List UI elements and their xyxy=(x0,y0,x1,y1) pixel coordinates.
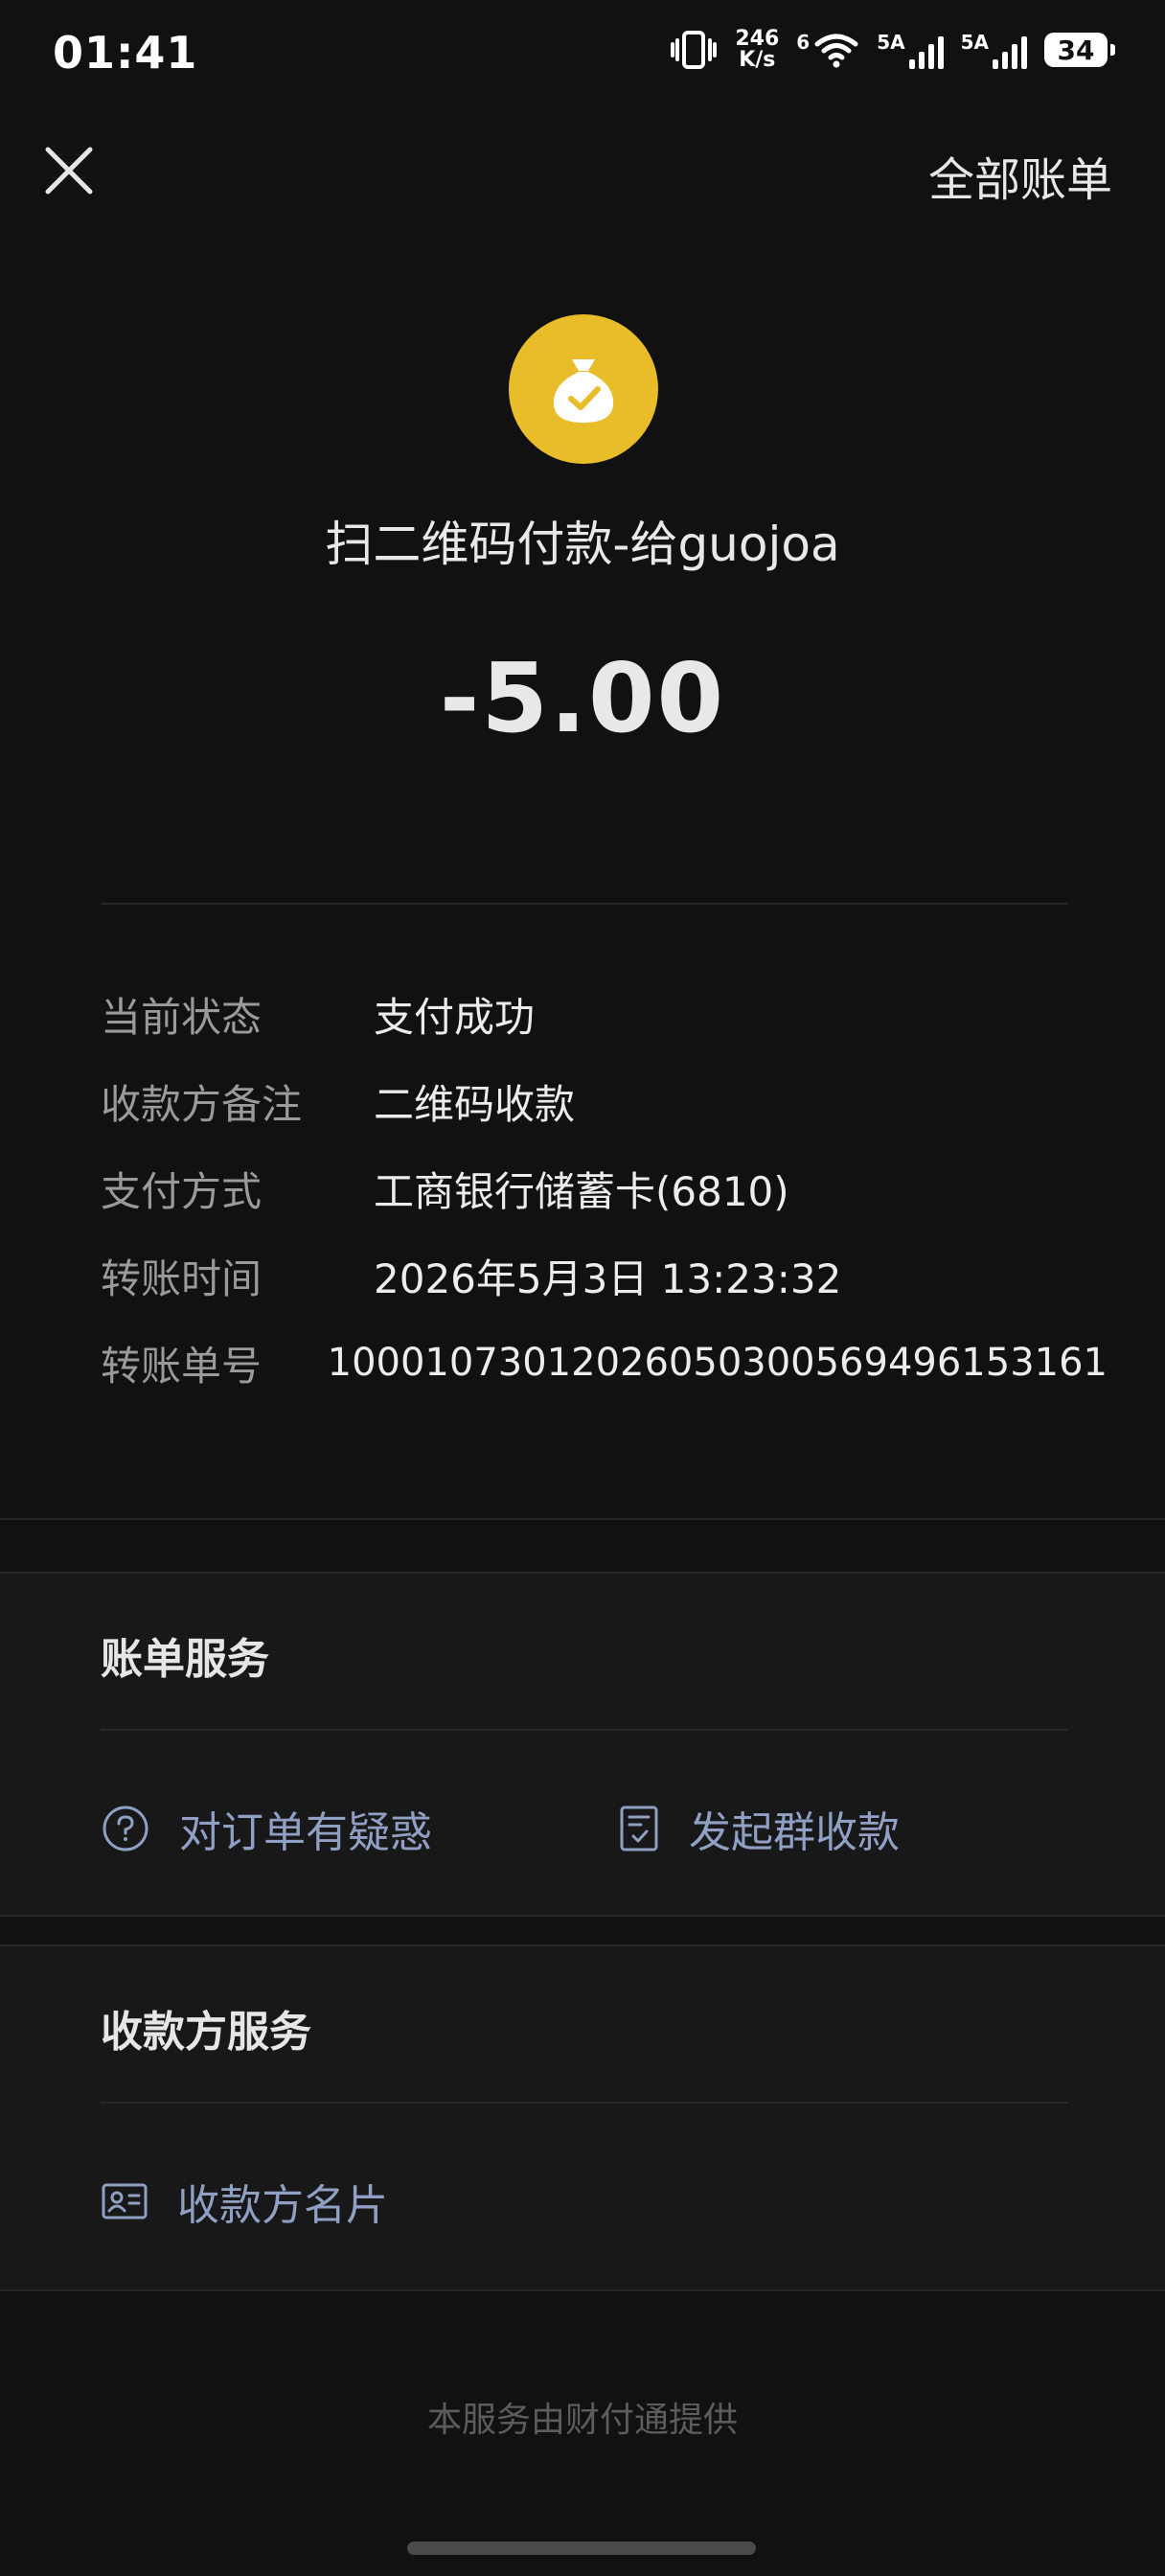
link-label: 收款方名片 xyxy=(177,2181,388,2230)
signal-sim2: 5A xyxy=(961,31,1027,69)
detail-row-payment-method: 支付方式 工商银行储蓄卡(6810) xyxy=(101,1160,1108,1217)
signal-bars-icon xyxy=(993,36,1027,69)
section-title: 收款方服务 xyxy=(101,2008,311,2057)
vibrate-icon xyxy=(671,31,718,69)
receipt-check-icon xyxy=(620,1806,658,1852)
wifi-indicator: 6 xyxy=(796,31,859,69)
net-speed: 246 K/s xyxy=(735,27,780,72)
detail-value[interactable]: 1000107301202605030056949615316​1 xyxy=(328,1341,1108,1385)
money-bag-icon xyxy=(553,359,614,423)
home-indicator[interactable] xyxy=(407,2542,756,2555)
battery-indicator: 34 xyxy=(1044,33,1115,67)
section-title: 账单服务 xyxy=(101,1635,269,1684)
section-bottom-border xyxy=(0,2289,1165,2291)
merchant-logo xyxy=(509,314,658,464)
detail-row-payee-note: 收款方备注 二维码收款 xyxy=(101,1072,1108,1130)
section-top-border xyxy=(0,1572,1165,1574)
divider xyxy=(101,1729,1068,1731)
signal-bars-icon xyxy=(908,36,944,69)
section-separator xyxy=(0,1518,1165,1520)
close-button[interactable] xyxy=(38,140,100,201)
signal-sim1: 5A xyxy=(877,31,944,69)
link-label: 发起群收款 xyxy=(689,1808,900,1857)
divider xyxy=(101,2102,1068,2104)
detail-label: 支付方式 xyxy=(101,1167,263,1215)
all-bills-link[interactable]: 全部账单 xyxy=(928,142,1112,209)
detail-value: 支付成功 xyxy=(374,993,536,1041)
status-icons: 246 K/s 6 5A 5A 34 xyxy=(670,27,1115,72)
detail-row-status: 当前状态 支付成功 xyxy=(101,985,1108,1043)
group-collect-link[interactable]: 发起群收款 xyxy=(618,1798,900,1859)
detail-row-transfer-number[interactable]: 转账单号 1000107301202605030056949615316​1 xyxy=(101,1334,1108,1392)
detail-value: 2026年5月3日 13:23:32 xyxy=(374,1254,842,1302)
detail-row-transfer-time: 转账时间 2026年5月3日 13:23:32 xyxy=(101,1247,1108,1304)
wifi-icon xyxy=(814,34,858,68)
question-circle-icon xyxy=(103,1806,148,1852)
transaction-amount: -5.00 xyxy=(439,642,726,754)
detail-label: 收款方备注 xyxy=(101,1080,303,1128)
status-time: 01:41 xyxy=(53,27,198,79)
detail-label: 转账时间 xyxy=(101,1254,263,1302)
contact-card-icon xyxy=(102,2183,148,2220)
payee-card-link[interactable]: 收款方名片 xyxy=(101,2171,388,2232)
detail-value: 二维码收款 xyxy=(374,1080,576,1128)
section-top-border xyxy=(0,1944,1165,1946)
detail-label: 转账单号 xyxy=(101,1342,263,1390)
detail-label: 当前状态 xyxy=(101,993,263,1041)
payee-service-section: 收款方服务 收款方名片 xyxy=(0,1944,1165,2291)
bill-service-section: 账单服务 对订单有疑惑 发起群收款 xyxy=(0,1572,1165,1917)
divider xyxy=(101,903,1068,905)
footer-note: 本服务由财付通提供 xyxy=(426,2401,738,2440)
section-bottom-border xyxy=(0,1915,1165,1917)
detail-value: 工商银行储蓄卡(6810) xyxy=(374,1167,789,1215)
link-label: 对订单有疑惑 xyxy=(179,1808,432,1857)
order-question-link[interactable]: 对订单有疑惑 xyxy=(101,1798,432,1859)
transaction-title: 扫二维码付款-给guojoa xyxy=(325,517,840,572)
close-icon xyxy=(45,147,93,195)
